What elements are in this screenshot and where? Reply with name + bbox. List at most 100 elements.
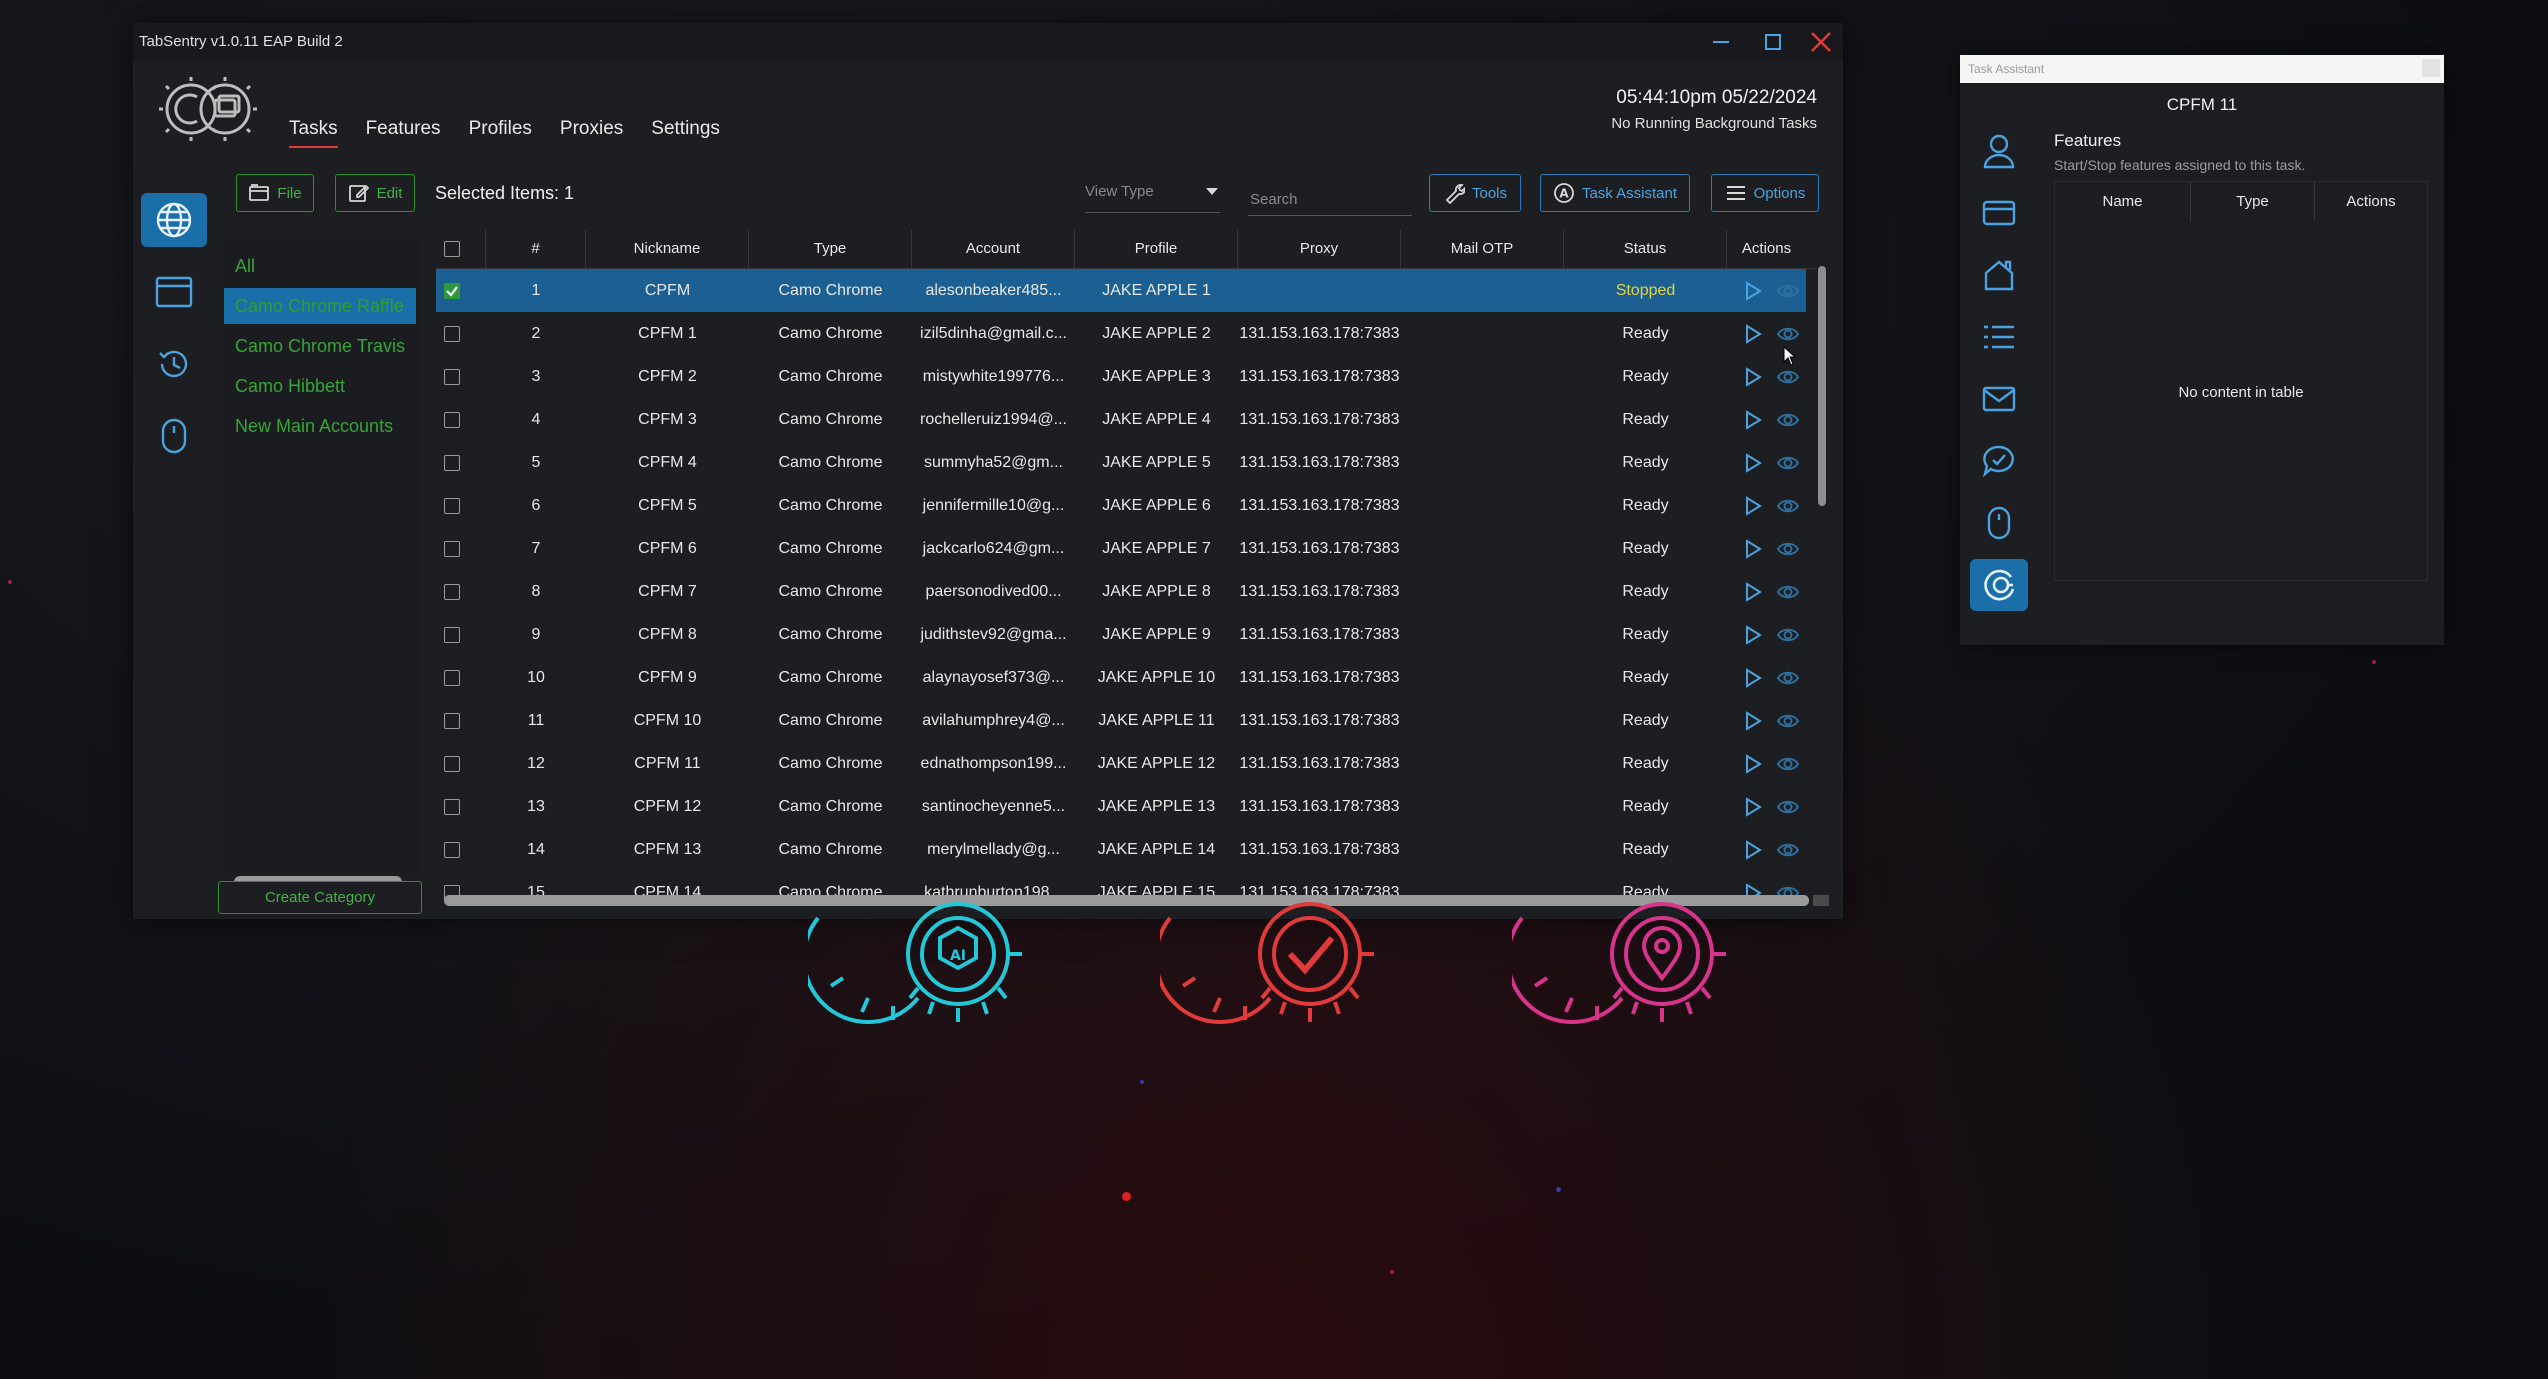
assistant-home-button[interactable] xyxy=(1970,249,2028,301)
start-task-button[interactable] xyxy=(1741,280,1765,302)
row-checkbox[interactable] xyxy=(444,412,460,428)
start-task-button[interactable] xyxy=(1741,667,1765,689)
category-item[interactable]: Camo Chrome Travis xyxy=(224,328,416,364)
close-button[interactable] xyxy=(1799,27,1843,57)
features-header-type[interactable]: Type xyxy=(2191,182,2315,222)
file-button[interactable]: File xyxy=(236,174,314,212)
task-assistant-close-button[interactable] xyxy=(2422,59,2440,77)
start-task-button[interactable] xyxy=(1741,710,1765,732)
row-checkbox[interactable] xyxy=(444,756,460,772)
view-task-button[interactable] xyxy=(1776,452,1800,474)
search-input[interactable] xyxy=(1248,183,1412,216)
start-task-button[interactable] xyxy=(1741,495,1765,517)
row-checkbox[interactable] xyxy=(444,799,460,815)
assistant-mouse-button[interactable] xyxy=(1970,497,2028,549)
rail-mouse-button[interactable] xyxy=(141,409,207,463)
header-status[interactable]: Status xyxy=(1564,230,1727,268)
table-row[interactable]: 3 CPFM 2 Camo Chrome mistywhite199776... JAK… xyxy=(436,355,1806,398)
select-all-checkbox[interactable] xyxy=(444,241,460,257)
nav-tasks[interactable]: Tasks xyxy=(289,118,338,148)
start-task-button[interactable] xyxy=(1741,839,1765,861)
nav-profiles[interactable]: Profiles xyxy=(469,118,532,148)
assistant-features-button[interactable] xyxy=(1970,559,2028,611)
category-item[interactable]: All xyxy=(224,248,416,284)
view-task-button[interactable] xyxy=(1776,495,1800,517)
header-select-all[interactable] xyxy=(436,230,486,268)
assistant-mail-button[interactable] xyxy=(1970,373,2028,425)
header-account[interactable]: Account xyxy=(912,230,1075,268)
header-proxy[interactable]: Proxy xyxy=(1238,230,1401,268)
view-task-button[interactable] xyxy=(1776,710,1800,732)
view-task-button[interactable] xyxy=(1776,581,1800,603)
view-task-button[interactable] xyxy=(1776,753,1800,775)
table-vertical-scrollbar[interactable] xyxy=(1818,266,1826,506)
view-task-button[interactable] xyxy=(1776,366,1800,388)
view-task-button[interactable] xyxy=(1776,538,1800,560)
start-task-button[interactable] xyxy=(1741,624,1765,646)
rail-history-button[interactable] xyxy=(141,337,207,391)
row-checkbox[interactable] xyxy=(444,713,460,729)
view-type-select[interactable]: View Type xyxy=(1085,183,1220,213)
assistant-card-button[interactable] xyxy=(1970,187,2028,239)
row-checkbox[interactable] xyxy=(444,584,460,600)
header-profile[interactable]: Profile xyxy=(1075,230,1238,268)
table-row[interactable]: 8 CPFM 7 Camo Chrome paersonodived00... JAKE… xyxy=(436,570,1806,613)
table-row[interactable]: 10 CPFM 9 Camo Chrome alaynayosef373@... JAK… xyxy=(436,656,1806,699)
row-checkbox[interactable] xyxy=(444,627,460,643)
start-task-button[interactable] xyxy=(1741,796,1765,818)
table-row[interactable]: 7 CPFM 6 Camo Chrome jackcarlo624@gm... JAKE… xyxy=(436,527,1806,570)
rail-browser-button[interactable] xyxy=(141,265,207,319)
row-checkbox[interactable] xyxy=(444,541,460,557)
table-row[interactable]: 13 CPFM 12 Camo Chrome santinocheyenne5... J… xyxy=(436,785,1806,828)
table-row[interactable]: 5 CPFM 4 Camo Chrome summyha52@gm... JAKE AP… xyxy=(436,441,1806,484)
minimize-button[interactable] xyxy=(1699,27,1743,57)
header-mail-otp[interactable]: Mail OTP xyxy=(1401,230,1564,268)
edit-button[interactable]: Edit xyxy=(335,174,415,212)
row-checkbox[interactable] xyxy=(444,455,460,471)
view-task-button[interactable] xyxy=(1776,624,1800,646)
tools-button[interactable]: Tools xyxy=(1429,174,1521,212)
row-checkbox[interactable] xyxy=(444,498,460,514)
header-nickname[interactable]: Nickname xyxy=(586,230,749,268)
table-row[interactable]: 14 CPFM 13 Camo Chrome merylmellady@g... JAK… xyxy=(436,828,1806,871)
row-checkbox[interactable] xyxy=(444,670,460,686)
view-task-button[interactable] xyxy=(1776,323,1800,345)
table-row[interactable]: 12 CPFM 11 Camo Chrome ednathompson199... JA… xyxy=(436,742,1806,785)
nav-features[interactable]: Features xyxy=(366,118,441,148)
view-task-button[interactable] xyxy=(1776,409,1800,431)
start-task-button[interactable] xyxy=(1741,753,1765,775)
row-checkbox[interactable] xyxy=(444,283,460,299)
view-task-button[interactable] xyxy=(1776,667,1800,689)
nav-proxies[interactable]: Proxies xyxy=(560,118,623,148)
assistant-account-button[interactable] xyxy=(1970,125,2028,177)
start-task-button[interactable] xyxy=(1741,452,1765,474)
maximize-button[interactable] xyxy=(1751,27,1795,57)
start-task-button[interactable] xyxy=(1741,323,1765,345)
table-row[interactable]: 11 CPFM 10 Camo Chrome avilahumphrey4@... JA… xyxy=(436,699,1806,742)
table-row[interactable]: 1 CPFM Camo Chrome alesonbeaker485... JAKE A… xyxy=(436,269,1806,312)
row-checkbox[interactable] xyxy=(444,326,460,342)
assistant-list-button[interactable] xyxy=(1970,311,2028,363)
row-checkbox[interactable] xyxy=(444,842,460,858)
task-assistant-button[interactable]: A Task Assistant xyxy=(1540,174,1690,212)
rail-tasks-button[interactable] xyxy=(141,193,207,247)
start-task-button[interactable] xyxy=(1741,366,1765,388)
options-button[interactable]: Options xyxy=(1711,174,1819,212)
table-row[interactable]: 6 CPFM 5 Camo Chrome jennifermille10@g... JA… xyxy=(436,484,1806,527)
start-task-button[interactable] xyxy=(1741,409,1765,431)
features-header-name[interactable]: Name xyxy=(2055,182,2191,222)
category-item[interactable]: Camo Chrome Raffle xyxy=(224,288,416,324)
category-item[interactable]: New Main Accounts xyxy=(224,408,416,444)
nav-settings[interactable]: Settings xyxy=(651,118,720,148)
category-item[interactable]: Camo Hibbett xyxy=(224,368,416,404)
view-task-button[interactable] xyxy=(1776,796,1800,818)
table-row[interactable]: 9 CPFM 8 Camo Chrome judithstev92@gma... JAK… xyxy=(436,613,1806,656)
row-checkbox[interactable] xyxy=(444,369,460,385)
table-row[interactable]: 4 CPFM 3 Camo Chrome rochelleruiz1994@... JA… xyxy=(436,398,1806,441)
view-task-button[interactable] xyxy=(1776,280,1800,302)
assistant-chat-button[interactable] xyxy=(1970,435,2028,487)
header-type[interactable]: Type xyxy=(749,230,912,268)
start-task-button[interactable] xyxy=(1741,538,1765,560)
header-number[interactable]: # xyxy=(486,230,586,268)
start-task-button[interactable] xyxy=(1741,581,1765,603)
